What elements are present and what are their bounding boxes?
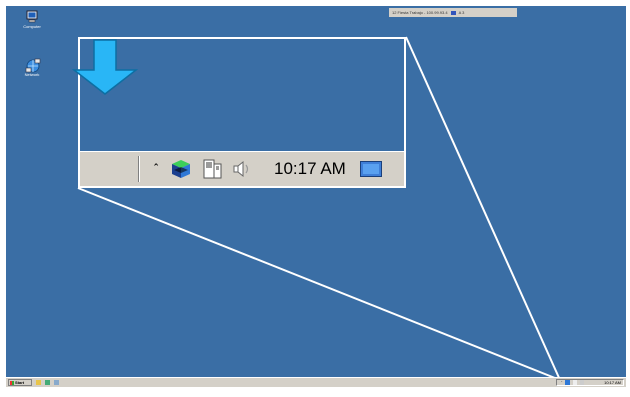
start-button[interactable]: Start xyxy=(8,379,32,386)
explorer-icon[interactable] xyxy=(36,380,41,385)
network-connection-icon[interactable] xyxy=(573,380,578,385)
desktop: 12 Fiesta Trabajo - 100.99.93.4 A 3 Comp… xyxy=(6,6,626,387)
chevron-up-icon[interactable]: ˆ xyxy=(561,380,562,385)
speaker-icon[interactable] xyxy=(580,380,585,385)
app-cube-icon[interactable] xyxy=(565,380,571,385)
taskbar-clock[interactable]: 10:17 AM xyxy=(604,380,621,385)
taskbar: Start ˆ 10:17 AM xyxy=(6,377,626,387)
quicklaunch-icon[interactable] xyxy=(45,380,50,385)
system-tray: ˆ 10:17 AM xyxy=(556,379,624,386)
quicklaunch-icon[interactable] xyxy=(54,380,59,385)
windows-logo-icon xyxy=(10,380,14,385)
start-label: Start xyxy=(15,380,25,385)
zoom-guide-lines xyxy=(77,36,561,381)
